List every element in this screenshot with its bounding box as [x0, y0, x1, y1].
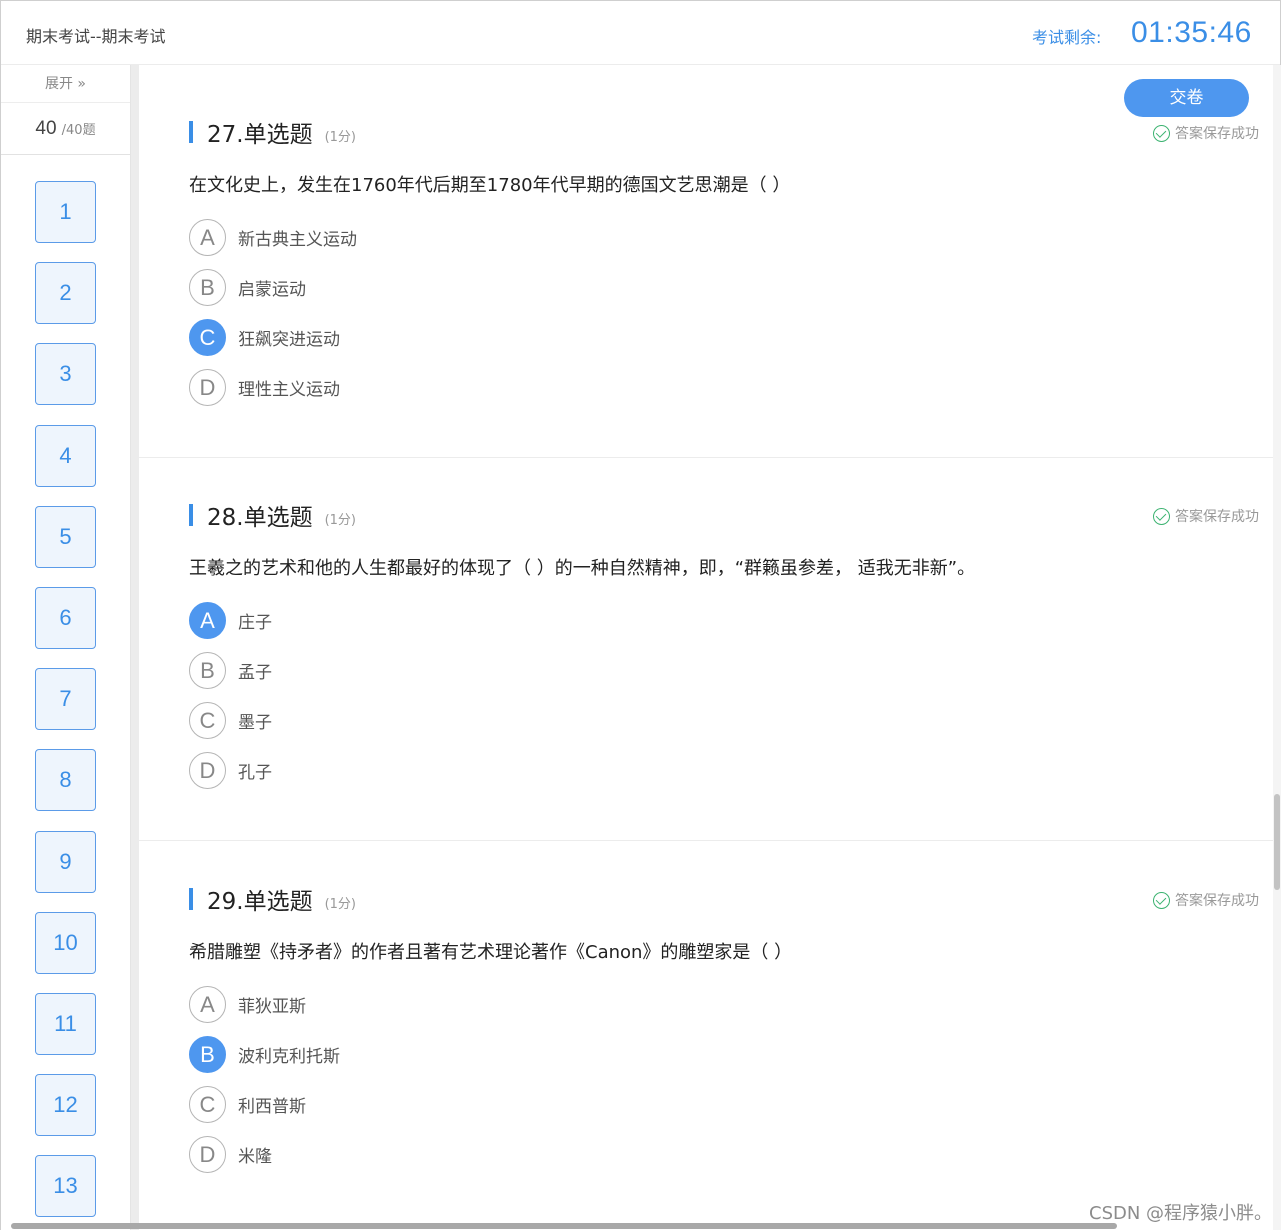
question-title: 29.单选题 — [207, 889, 313, 915]
option-label: 狂飙突进运动 — [238, 330, 340, 350]
question-nav-item[interactable]: 1 — [35, 181, 96, 243]
question-text: 王羲之的艺术和他的人生都最好的体现了（ ）的一种自然精神，即，“群籁虽参差， 适… — [189, 558, 976, 579]
option-label: 新古典主义运动 — [238, 230, 357, 250]
question-score: (1分) — [324, 129, 356, 145]
option-a[interactable]: A 新古典主义运动 — [189, 219, 357, 256]
vertical-scrollbar-thumb[interactable] — [1274, 794, 1280, 890]
title-accent-bar — [189, 121, 193, 143]
option-d[interactable]: D 理性主义运动 — [189, 369, 340, 406]
save-status: 答案保存成功 — [1153, 123, 1259, 143]
question-text: 希腊雕塑《持矛者》的作者且著有艺术理论著作《Canon》的雕塑家是（ ） — [189, 942, 793, 963]
option-label: 启蒙运动 — [238, 280, 306, 300]
question-nav: 1 2 3 4 5 6 7 8 9 10 11 12 13 — [35, 181, 96, 1230]
option-b[interactable]: B 孟子 — [189, 652, 272, 689]
option-letter[interactable]: A — [189, 219, 226, 256]
option-letter[interactable]: B — [189, 652, 226, 689]
check-circle-icon — [1153, 891, 1170, 909]
option-letter[interactable]: D — [189, 752, 226, 789]
option-letter-selected[interactable]: A — [189, 602, 226, 639]
panel-divider — [131, 65, 139, 1230]
option-d[interactable]: D 米隆 — [189, 1136, 272, 1173]
question-nav-item[interactable]: 6 — [35, 586, 96, 649]
save-status-label: 答案保存成功 — [1175, 893, 1259, 909]
question-nav-item[interactable]: 4 — [35, 424, 96, 487]
option-letter[interactable]: A — [189, 986, 226, 1023]
question-nav-item[interactable]: 13 — [35, 1155, 96, 1218]
option-letter[interactable]: C — [189, 702, 226, 739]
save-status: 答案保存成功 — [1153, 506, 1259, 526]
option-label: 孟子 — [238, 663, 272, 683]
question-nav-item[interactable]: 5 — [35, 505, 96, 568]
option-c[interactable]: C 狂飙突进运动 — [189, 319, 340, 356]
option-d[interactable]: D 孔子 — [189, 752, 272, 789]
option-label: 波利克利托斯 — [238, 1047, 340, 1067]
question-title: 28.单选题 — [207, 505, 313, 531]
exam-header: 期末考试--期末考试 考试剩余: 01:35:46 — [1, 1, 1280, 65]
option-letter[interactable]: D — [189, 1136, 226, 1173]
option-b[interactable]: B 启蒙运动 — [189, 269, 306, 306]
question-nav-item[interactable]: 2 — [35, 262, 96, 325]
horizontal-scrollbar[interactable] — [11, 1223, 1117, 1229]
question-divider — [139, 840, 1273, 841]
total-count: /40题 — [61, 123, 96, 138]
question-score: (1分) — [324, 512, 356, 528]
check-circle-icon — [1153, 507, 1170, 525]
option-letter[interactable]: C — [189, 1086, 226, 1123]
question-nav-item[interactable]: 3 — [35, 343, 96, 406]
option-c[interactable]: C 墨子 — [189, 702, 272, 739]
timer-label: 考试剩余: — [1032, 28, 1102, 47]
question-nav-item[interactable]: 10 — [35, 911, 96, 974]
option-a[interactable]: A 庄子 — [189, 602, 272, 639]
watermark: CSDN @程序猿小胖。 — [1089, 1203, 1273, 1224]
option-letter[interactable]: D — [189, 369, 226, 406]
vertical-scrollbar-track[interactable] — [1273, 65, 1281, 1230]
title-accent-bar — [189, 504, 193, 526]
check-circle-icon — [1153, 124, 1170, 142]
question-sidebar: 展开 » 40 /40题 1 2 3 4 5 6 7 8 9 10 11 12 … — [1, 65, 131, 1230]
question-text: 在文化史上，发生在1760年代后期至1780年代早期的德国文艺思潮是（ ） — [189, 175, 791, 196]
question-nav-item[interactable]: 9 — [35, 830, 96, 893]
question-nav-item[interactable]: 11 — [35, 992, 96, 1055]
option-label: 墨子 — [238, 713, 272, 733]
submit-exam-button[interactable]: 交卷 — [1124, 79, 1249, 117]
question-divider — [139, 457, 1273, 458]
option-c[interactable]: C 利西普斯 — [189, 1086, 306, 1123]
question-nav-item[interactable]: 7 — [35, 668, 96, 731]
question-score: (1分) — [324, 896, 356, 912]
current-count: 40 — [35, 118, 57, 139]
expand-toggle[interactable]: 展开 » — [1, 65, 130, 103]
question-nav-item[interactable]: 12 — [35, 1074, 96, 1137]
option-label: 菲狄亚斯 — [238, 997, 306, 1017]
option-letter[interactable]: B — [189, 269, 226, 306]
option-label: 孔子 — [238, 763, 272, 783]
save-status-label: 答案保存成功 — [1175, 509, 1259, 525]
exam-title: 期末考试--期末考试 — [26, 27, 166, 46]
option-letter-selected[interactable]: B — [189, 1036, 226, 1073]
question-count: 40 /40题 — [1, 103, 130, 155]
option-a[interactable]: A 菲狄亚斯 — [189, 986, 306, 1023]
save-status: 答案保存成功 — [1153, 890, 1259, 910]
question-nav-item[interactable]: 8 — [35, 749, 96, 812]
title-accent-bar — [189, 888, 193, 910]
question-header: 29.单选题 (1分) — [189, 886, 356, 915]
countdown-timer: 01:35:46 — [1131, 16, 1252, 49]
question-title: 27.单选题 — [207, 122, 313, 148]
save-status-label: 答案保存成功 — [1175, 126, 1259, 142]
option-label: 庄子 — [238, 613, 272, 633]
option-letter-selected[interactable]: C — [189, 319, 226, 356]
option-label: 利西普斯 — [238, 1097, 306, 1117]
option-label: 理性主义运动 — [238, 380, 340, 400]
question-header: 28.单选题 (1分) — [189, 502, 356, 531]
option-label: 米隆 — [238, 1147, 272, 1167]
option-b[interactable]: B 波利克利托斯 — [189, 1036, 340, 1073]
question-header: 27.单选题 (1分) — [189, 119, 356, 148]
